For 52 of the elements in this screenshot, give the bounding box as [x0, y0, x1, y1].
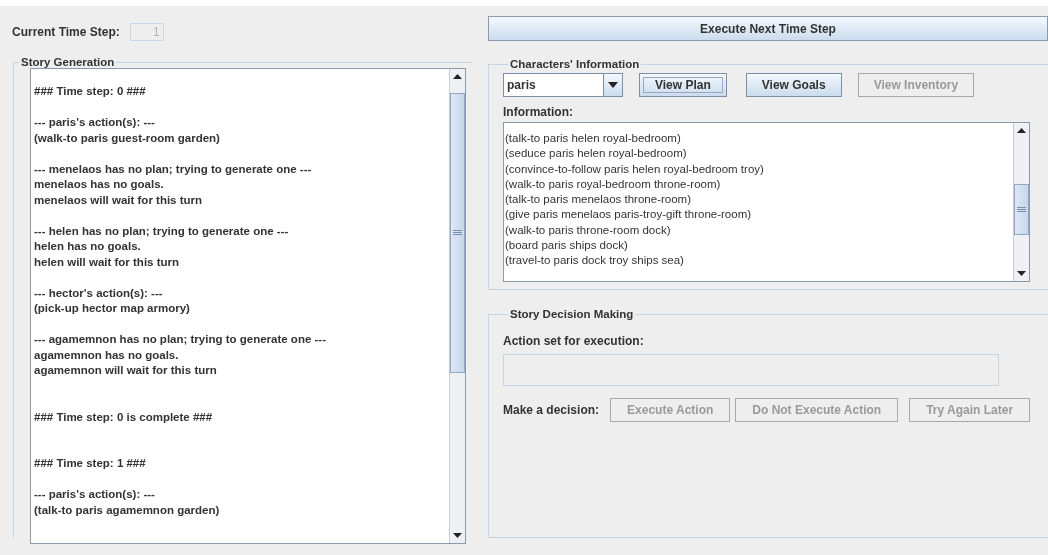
scroll-down-icon[interactable]	[1017, 271, 1026, 276]
scroll-bar[interactable]	[449, 69, 465, 543]
action-label: Action set for execution:	[503, 334, 645, 348]
grip-icon	[1017, 207, 1026, 213]
story-line: --- paris's action(s): ---	[34, 487, 156, 502]
story-line: --- helen has no plan; trying to generate one ---	[34, 223, 290, 239]
execute-next-button[interactable]: Execute Next Time Step	[488, 16, 1048, 41]
plan-line: (convince-to-follow paris helen royal-bedroom troy)	[505, 161, 765, 177]
plan-line: (walk-to paris royal-bedroom throne-room)	[505, 176, 722, 192]
plan-line: (seduce paris helen royal-bedroom)	[505, 146, 688, 162]
plan-line: (walk-to paris throne-room dock)	[505, 222, 672, 238]
action-field[interactable]	[503, 354, 999, 386]
story-line: menelaos has no goals.	[34, 177, 165, 192]
plan-line: (talk-to paris helen royal-bedroom)	[505, 131, 682, 146]
caret-icon	[608, 82, 618, 88]
information-list[interactable]	[503, 122, 1030, 282]
scroll-up-icon[interactable]	[1017, 128, 1026, 133]
scroll-down-icon[interactable]	[453, 533, 462, 538]
story-line: (pick-up hector map armory)	[34, 301, 191, 316]
character-dropdown[interactable]: paris	[503, 73, 623, 97]
panel-title: Story Decision Making	[509, 308, 635, 320]
story-line: --- agamemnon has no plan; trying to generate one ---	[34, 332, 327, 347]
scroll-up-icon[interactable]	[453, 74, 462, 79]
scroll-thumb[interactable]	[1014, 184, 1029, 236]
story-line: agamemnon will wait for this turn	[34, 363, 218, 378]
plan-line: (board paris ships dock)	[505, 238, 629, 254]
time-step-label: Current Time Step:	[12, 25, 120, 39]
scroll-thumb[interactable]	[450, 92, 465, 373]
story-line: agamemnon has no goals.	[34, 347, 180, 363]
story-line: (talk-to paris agamemnon garden)	[34, 502, 221, 518]
story-line: (walk-to paris guest-room garden)	[34, 130, 221, 146]
information-label: Information:	[503, 105, 574, 119]
panel-title: Characters' Information	[509, 58, 641, 70]
story-line: ### Time step: 1 ###	[34, 456, 147, 471]
story-line: --- paris's action(s): ---	[34, 115, 156, 130]
story-line: --- menelaos has no plan; trying to generate one ---	[34, 161, 313, 177]
story-line: ### Time step: 0 ###	[34, 84, 147, 99]
story-line: helen has no goals.	[34, 239, 142, 254]
plan-line: (talk-to paris menelaos throne-room)	[505, 192, 692, 208]
story-line: --- hector's action(s): ---	[34, 285, 164, 301]
story-line: helen will wait for this turn	[34, 254, 181, 270]
panel-title: Story Generation	[20, 56, 116, 68]
scroll-bar[interactable]	[1013, 123, 1029, 281]
view-button[interactable]: View Plan	[639, 73, 727, 97]
plan-line: (travel-to paris dock troy ships sea)	[505, 253, 685, 269]
story-line: menelaos will wait for this turn	[34, 192, 204, 208]
view-button[interactable]: View Goals	[745, 73, 842, 97]
decision-label: Make a decision:	[503, 403, 600, 417]
time-step-field[interactable]: 1	[129, 23, 164, 41]
grip-icon	[453, 230, 462, 236]
plan-line: (give paris menelaos paris-troy-gift throne-room)	[505, 207, 753, 223]
story-line: ### Time step: 0 is complete ###	[34, 409, 214, 425]
